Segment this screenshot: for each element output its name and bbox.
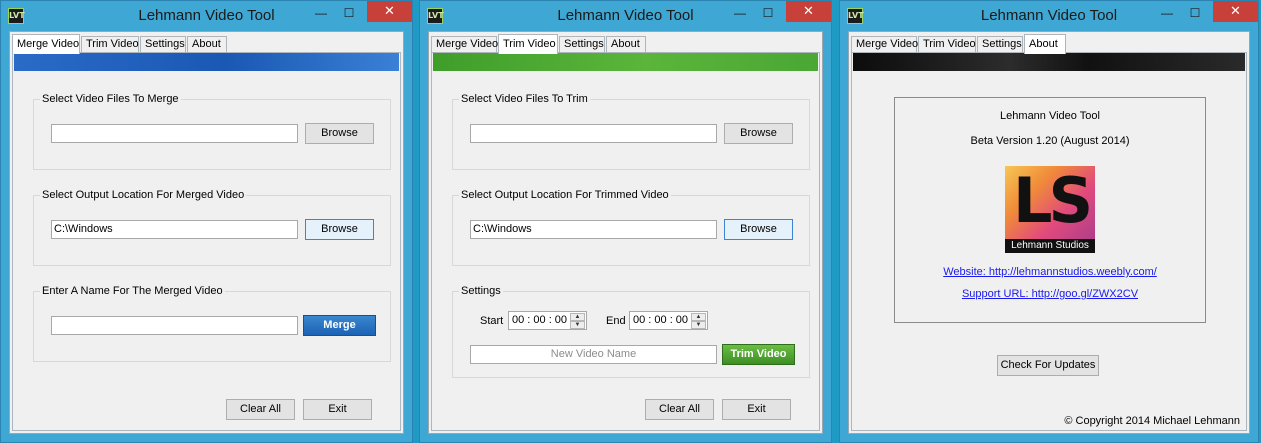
browse-output-button[interactable]: Browse [305,219,374,240]
browse-files-button[interactable]: Browse [724,123,793,144]
end-time-value: 00 : 00 : 00 [633,314,689,326]
minimize-button[interactable]: — [1154,4,1180,24]
browse-files-button[interactable]: Browse [305,123,374,144]
video-files-input[interactable] [470,124,717,143]
exit-button[interactable]: Exit [303,399,372,420]
clear-all-button[interactable]: Clear All [645,399,714,420]
end-time-picker[interactable]: 00 : 00 : 00 ▲ ▼ [629,311,708,330]
tab-merge-video[interactable]: Merge Video [851,36,918,53]
tab-settings[interactable]: Settings [977,36,1023,53]
group-label: Select Output Location For Merged Video [40,189,247,201]
tab-trim-video[interactable]: Trim Video [498,34,558,54]
tab-merge-video[interactable]: Merge Video [431,36,498,53]
maximize-button[interactable]: ☐ [1182,4,1208,24]
merge-button[interactable]: Merge [303,315,376,336]
client-area: Merge Video Trim Video Settings About Se… [9,31,404,434]
about-app-name: Lehmann Video Tool [1000,110,1100,122]
spin-down-icon[interactable]: ▼ [570,321,585,329]
window-about: LVT Lehmann Video Tool — ☐ ✕ Merge Video… [839,0,1259,443]
close-button[interactable]: ✕ [786,1,831,22]
minimize-button[interactable]: — [727,4,753,24]
exit-button[interactable]: Exit [722,399,791,420]
tab-strip: Merge Video Trim Video Settings About [12,34,401,54]
close-button[interactable]: ✕ [367,1,412,22]
support-link-row: Support URL: http://goo.gl/ZWX2CV [895,288,1205,300]
video-name-input[interactable] [51,316,298,335]
titlebar[interactable]: LVT Lehmann Video Tool — ☐ ✕ [420,1,831,31]
clear-all-button[interactable]: Clear All [226,399,295,420]
copyright-text: © Copyright 2014 Michael Lehmann [1064,415,1240,427]
tab-strip: Merge Video Trim Video Settings About [851,34,1247,54]
group-label: Select Video Files To Merge [40,93,181,105]
video-files-input[interactable] [51,124,298,143]
output-location-input[interactable]: C:\Windows [51,220,298,239]
website-link-row: Website: http://lehmannstudios.weebly.co… [895,266,1205,278]
support-link[interactable]: Support URL: http://goo.gl/ZWX2CV [962,288,1138,300]
minimize-button[interactable]: — [308,4,334,24]
group-label: Enter A Name For The Merged Video [40,285,225,297]
output-location-input[interactable]: C:\Windows [470,220,717,239]
trim-video-button[interactable]: Trim Video [722,344,795,365]
client-area: Merge Video Trim Video Settings About Le… [848,31,1250,434]
window-trim: LVT Lehmann Video Tool — ☐ ✕ Merge Video… [419,0,832,443]
browse-output-button[interactable]: Browse [724,219,793,240]
header-banner [14,53,399,71]
lehmann-studios-logo: LS Lehmann Studios [1005,166,1095,253]
spin-up-icon[interactable]: ▲ [570,313,585,321]
maximize-button[interactable]: ☐ [755,4,781,24]
start-time-value: 00 : 00 : 00 [512,314,568,326]
start-label: Start [480,315,504,327]
tab-trim-video[interactable]: Trim Video [918,36,976,53]
about-version: Beta Version 1.20 (August 2014) [970,135,1130,147]
tab-settings[interactable]: Settings [559,36,605,53]
tab-merge-video[interactable]: Merge Video [12,34,80,54]
tab-about[interactable]: About [606,36,646,53]
start-time-picker[interactable]: 00 : 00 : 00 ▲ ▼ [508,311,587,330]
group-trim-settings: Settings Start 00 : 00 : 00 ▲ ▼ End 00 :… [452,285,810,378]
tab-page-trim: Select Video Files To Trim Browse Select… [431,52,820,431]
maximize-button[interactable]: ☐ [336,4,362,24]
about-panel: Lehmann Video Tool Beta Version 1.20 (Au… [894,97,1206,323]
group-label: Settings [459,285,503,297]
check-for-updates-button[interactable]: Check For Updates [997,355,1099,376]
tab-trim-video[interactable]: Trim Video [81,36,139,53]
header-banner [853,53,1245,71]
group-label: Select Video Files To Trim [459,93,590,105]
group-video-name: Enter A Name For The Merged Video Merge [33,285,391,362]
group-label: Select Output Location For Trimmed Video [459,189,671,201]
spin-down-icon[interactable]: ▼ [691,321,706,329]
group-select-files: Select Video Files To Trim Browse [452,93,810,170]
tab-page-about: Lehmann Video Tool Beta Version 1.20 (Au… [851,52,1247,431]
logo-glyph: LS [1013,166,1093,237]
logo-caption: Lehmann Studios [1005,239,1095,253]
titlebar[interactable]: LVT Lehmann Video Tool — ☐ ✕ [1,1,412,31]
group-select-files: Select Video Files To Merge Browse [33,93,391,170]
header-banner [433,53,818,71]
spin-up-icon[interactable]: ▲ [691,313,706,321]
new-video-name-input[interactable]: New Video Name [470,345,717,364]
client-area: Merge Video Trim Video Settings About Se… [428,31,823,434]
tab-strip: Merge Video Trim Video Settings About [431,34,820,54]
close-button[interactable]: ✕ [1213,1,1258,22]
tab-about[interactable]: About [1024,34,1066,54]
group-output-location: Select Output Location For Trimmed Video… [452,189,810,266]
group-output-location: Select Output Location For Merged Video … [33,189,391,266]
tab-page-merge: Select Video Files To Merge Browse Selec… [12,52,401,431]
window-merge: LVT Lehmann Video Tool — ☐ ✕ Merge Video… [0,0,413,443]
end-label: End [606,315,626,327]
titlebar[interactable]: LVT Lehmann Video Tool — ☐ ✕ [840,1,1258,31]
website-link[interactable]: Website: http://lehmannstudios.weebly.co… [943,266,1157,278]
tab-about[interactable]: About [187,36,227,53]
tab-settings[interactable]: Settings [140,36,186,53]
